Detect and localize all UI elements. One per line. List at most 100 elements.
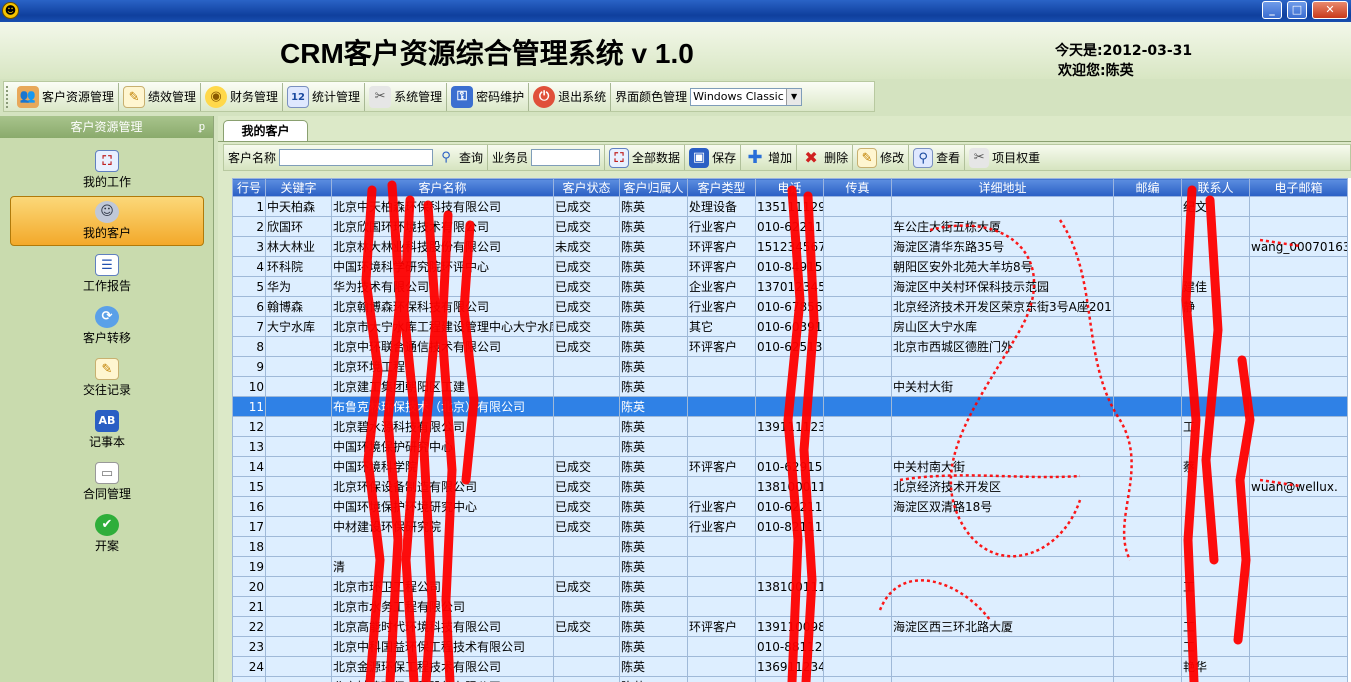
all-data-button[interactable]: ⛶ 全部数据	[605, 145, 686, 170]
table-cell[interactable]	[687, 396, 756, 417]
table-cell[interactable]	[823, 336, 892, 357]
table-cell[interactable]: wang_00070163.com	[1249, 236, 1348, 257]
table-cell[interactable]: 010-62915528	[755, 456, 824, 477]
table-cell[interactable]: 已成交	[553, 276, 620, 297]
weights-button[interactable]: ✂ 项目权重	[965, 145, 1044, 170]
table-cell[interactable]: 已成交	[553, 196, 620, 217]
chevron-down-icon[interactable]: ▼	[786, 88, 802, 105]
toolbar-finance[interactable]: ◉ 财务管理	[201, 82, 284, 111]
save-button[interactable]: ▣ 保存	[685, 145, 742, 170]
table-cell[interactable]: 纪文	[1181, 196, 1250, 217]
table-cell[interactable]: 环科院	[265, 256, 332, 277]
tab-my-customers[interactable]: 我的客户	[223, 120, 308, 142]
table-row[interactable]: 13 中国环境保护研究中心 陈英	[232, 436, 1348, 457]
table-cell[interactable]: 24	[232, 656, 266, 677]
table-cell[interactable]	[553, 636, 620, 657]
table-cell[interactable]: 北京环保设备制造有限公司	[331, 476, 554, 497]
table-cell[interactable]: 北京市西城区德胜门外	[891, 336, 1114, 357]
table-row[interactable]: 24 北京金源环保工程技术有限公司 陈英 13691123456 艳华	[232, 656, 1348, 677]
table-cell[interactable]: 已成交	[553, 576, 620, 597]
table-cell[interactable]	[1181, 256, 1250, 277]
table-cell[interactable]: 陈英	[619, 416, 688, 437]
table-cell[interactable]	[823, 396, 892, 417]
table-cell[interactable]	[687, 636, 756, 657]
table-cell[interactable]	[687, 536, 756, 557]
table-cell[interactable]	[553, 436, 620, 457]
table-cell[interactable]: 其它	[687, 316, 756, 337]
sidebar-item-my-customers[interactable]: ☺ 我的客户	[10, 196, 204, 246]
table-cell[interactable]: 陈英	[619, 296, 688, 317]
table-cell[interactable]: 海淀区清华东路35号	[891, 236, 1114, 257]
table-cell[interactable]	[1249, 556, 1348, 577]
table-cell[interactable]	[553, 396, 620, 417]
table-cell[interactable]	[1249, 296, 1348, 317]
table-cell[interactable]	[687, 476, 756, 497]
table-cell[interactable]	[891, 396, 1114, 417]
table-cell[interactable]: 中国环境保护研究中心	[331, 436, 554, 457]
table-cell[interactable]: 已成交	[553, 616, 620, 637]
theme-select[interactable]: Windows Classic ▼	[690, 87, 803, 106]
table-cell[interactable]	[553, 596, 620, 617]
table-cell[interactable]: 13911112358	[755, 416, 824, 437]
table-cell[interactable]: 建佳	[1181, 276, 1250, 297]
table-cell[interactable]	[891, 576, 1114, 597]
table-cell[interactable]: 陈英	[619, 236, 688, 257]
table-cell[interactable]	[1113, 256, 1182, 277]
table-cell[interactable]: 车公庄大街五栋大厦	[891, 216, 1114, 237]
table-cell[interactable]	[265, 536, 332, 557]
table-cell[interactable]	[1181, 376, 1250, 397]
table-cell[interactable]: 北京高能时代环境科技有限公司	[331, 616, 554, 637]
table-cell[interactable]	[553, 536, 620, 557]
table-cell[interactable]: 14	[232, 456, 266, 477]
table-cell[interactable]: 已成交	[553, 336, 620, 357]
table-cell[interactable]	[891, 516, 1114, 537]
table-cell[interactable]	[1249, 216, 1348, 237]
sidebar-item-my-work[interactable]: ⛶ 我的工作	[10, 146, 204, 196]
table-cell[interactable]	[823, 356, 892, 377]
table-cell[interactable]	[823, 196, 892, 217]
table-cell[interactable]: 23	[232, 636, 266, 657]
table-cell[interactable]: 15123456775	[755, 236, 824, 257]
table-cell[interactable]: 北京林大林业科技股份有限公司	[331, 236, 554, 257]
column-header[interactable]: 关键字	[265, 178, 332, 197]
table-cell[interactable]	[1249, 256, 1348, 277]
table-cell[interactable]	[1249, 196, 1348, 217]
table-row[interactable]: 7 大宁水库 北京市大宁水库工程建设管理中心大宁水库 已成交 陈英 其它 010-60391…	[232, 316, 1348, 337]
table-cell[interactable]: 欣国环	[265, 216, 332, 237]
table-cell[interactable]: 北京碧水源科技有限公司	[331, 416, 554, 437]
table-cell[interactable]: 行业客户	[687, 516, 756, 537]
table-cell[interactable]	[755, 356, 824, 377]
table-cell[interactable]	[1249, 376, 1348, 397]
table-cell[interactable]: 翰博森	[265, 296, 332, 317]
table-cell[interactable]: 北京经济技术开发区荣京东街3号A座2011	[891, 296, 1114, 317]
table-cell[interactable]: 环评客户	[687, 236, 756, 257]
table-cell[interactable]: 19	[232, 556, 266, 577]
table-cell[interactable]: 海淀区西三环北路大厦	[891, 616, 1114, 637]
customer-grid[interactable]: 行号 关键字 客户名称 客户状态 客户归属人 客户类型 电话 传真 详细地址 邮…	[232, 178, 1351, 682]
table-cell[interactable]	[891, 196, 1114, 217]
table-cell[interactable]	[1249, 536, 1348, 557]
table-cell[interactable]	[1249, 656, 1348, 677]
table-row[interactable]: 4环科院中国环境科学研究院环评中心已成交陈英环评客户010-84915215 朝阳…	[232, 256, 1348, 277]
table-cell[interactable]: 陈英	[619, 616, 688, 637]
table-cell[interactable]: 中天柏森	[265, 196, 332, 217]
table-cell[interactable]	[687, 676, 756, 682]
table-row[interactable]: 22 北京高能时代环境科技有限公司已成交陈英环评客户13911009857 海淀区西…	[232, 616, 1348, 637]
table-cell[interactable]: 13511112953	[755, 196, 824, 217]
table-cell[interactable]	[1113, 636, 1182, 657]
table-cell[interactable]: 已成交	[553, 496, 620, 517]
toolbar-performance[interactable]: ✎ 绩效管理	[119, 82, 202, 111]
toolbar-grip[interactable]	[6, 85, 11, 108]
table-cell[interactable]: 010-60391235	[755, 316, 824, 337]
table-cell[interactable]	[265, 656, 332, 677]
table-cell[interactable]: 北京建工集团朝阳区工建	[331, 376, 554, 397]
column-header[interactable]: 电子邮箱	[1249, 178, 1348, 197]
table-cell[interactable]	[265, 436, 332, 457]
table-cell[interactable]	[891, 656, 1114, 677]
table-row[interactable]: 16 中国环境保护环境研究中心已成交陈英行业客户010-62211127 海淀区双清…	[232, 496, 1348, 517]
table-cell[interactable]: 行业客户	[687, 296, 756, 317]
table-cell[interactable]: 环评客户	[687, 616, 756, 637]
table-cell[interactable]	[553, 416, 620, 437]
table-cell[interactable]: 陈英	[619, 516, 688, 537]
table-cell[interactable]	[553, 356, 620, 377]
